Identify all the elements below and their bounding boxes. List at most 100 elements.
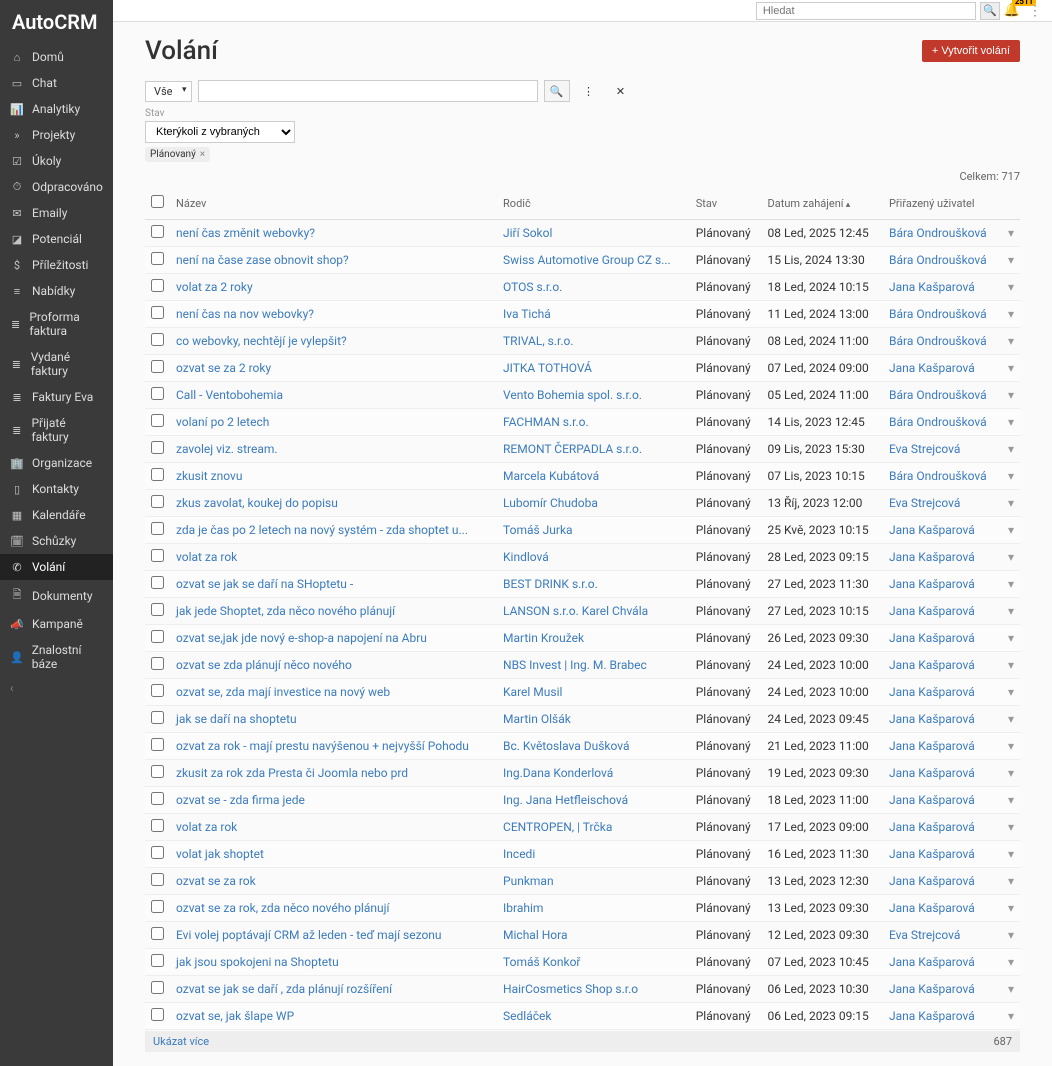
user-link[interactable]: Jana Kašparová: [889, 550, 975, 564]
tag-remove-icon[interactable]: ×: [200, 149, 205, 160]
call-name-link[interactable]: jak jsou spokojeni na Shoptetu: [176, 955, 339, 969]
user-link[interactable]: Jana Kašparová: [889, 739, 975, 753]
row-checkbox[interactable]: [151, 846, 164, 859]
user-link[interactable]: Eva Strejcová: [889, 928, 960, 942]
user-link[interactable]: Bára Ondroušková: [889, 334, 987, 348]
user-link[interactable]: Bára Ondroušková: [889, 226, 987, 240]
parent-link[interactable]: LANSON s.r.o. Karel Chvála: [503, 604, 648, 618]
filter-clear-icon[interactable]: ✕: [608, 80, 634, 102]
call-name-link[interactable]: volat za 2 roky: [176, 280, 253, 294]
sidebar-item-nabídky[interactable]: ≡Nabídky: [0, 278, 113, 304]
parent-link[interactable]: REMONT ČERPADLA s.r.o.: [503, 442, 642, 456]
sidebar-item-analytiky[interactable]: 📊Analytiky: [0, 96, 113, 122]
row-menu-icon[interactable]: ▾: [1001, 544, 1020, 571]
call-name-link[interactable]: volat za rok: [176, 550, 237, 564]
row-checkbox[interactable]: [151, 765, 164, 778]
call-name-link[interactable]: ozvat se za rok: [176, 874, 256, 888]
row-menu-icon[interactable]: ▾: [1001, 1003, 1020, 1030]
row-menu-icon[interactable]: ▾: [1001, 220, 1020, 247]
call-name-link[interactable]: ozvat se jak se daří na SHoptetu -: [176, 577, 353, 591]
sidebar-item-organizace[interactable]: 🏢Organizace: [0, 450, 113, 476]
row-menu-icon[interactable]: ▾: [1001, 679, 1020, 706]
call-name-link[interactable]: není čas na nov webovky?: [176, 307, 314, 321]
parent-link[interactable]: CENTROPEN, | Trčka: [503, 820, 612, 834]
row-checkbox[interactable]: [151, 495, 164, 508]
filter-text-input[interactable]: [198, 80, 538, 102]
user-link[interactable]: Eva Strejcová: [889, 496, 960, 510]
row-checkbox[interactable]: [151, 684, 164, 697]
sidebar-item-příležitosti[interactable]: $Příležitosti: [0, 252, 113, 278]
user-link[interactable]: Bára Ondroušková: [889, 253, 987, 267]
sidebar-item-domů[interactable]: ⌂Domů: [0, 44, 113, 70]
sidebar-item-kalendáře[interactable]: ▦Kalendáře: [0, 502, 113, 528]
row-checkbox[interactable]: [151, 792, 164, 805]
call-name-link[interactable]: ozvat se za rok, zda něco nového plánují: [176, 901, 389, 915]
row-menu-icon[interactable]: ▾: [1001, 976, 1020, 1003]
create-call-button[interactable]: + Vytvořit volání: [922, 40, 1020, 62]
call-name-link[interactable]: zkus zavolat, koukej do popisu: [176, 496, 338, 510]
call-name-link[interactable]: Evi volej poptávají CRM až leden - teď m…: [176, 928, 442, 942]
row-menu-icon[interactable]: ▾: [1001, 274, 1020, 301]
filter-search-button[interactable]: 🔍: [544, 80, 570, 102]
row-menu-icon[interactable]: ▾: [1001, 625, 1020, 652]
parent-link[interactable]: HairCosmetics Shop s.r.o: [503, 982, 638, 996]
row-menu-icon[interactable]: ▾: [1001, 463, 1020, 490]
user-link[interactable]: Jana Kašparová: [889, 1009, 975, 1023]
row-menu-icon[interactable]: ▾: [1001, 787, 1020, 814]
parent-link[interactable]: Swiss Automotive Group CZ s...: [503, 253, 671, 267]
call-name-link[interactable]: ozvat se - zda firma jede: [176, 793, 305, 807]
user-link[interactable]: Jana Kašparová: [889, 955, 975, 969]
row-checkbox[interactable]: [151, 738, 164, 751]
user-link[interactable]: Jana Kašparová: [889, 766, 975, 780]
row-menu-icon[interactable]: ▾: [1001, 436, 1020, 463]
row-menu-icon[interactable]: ▾: [1001, 382, 1020, 409]
row-menu-icon[interactable]: ▾: [1001, 328, 1020, 355]
row-checkbox[interactable]: [151, 522, 164, 535]
call-name-link[interactable]: volat jak shoptet: [176, 847, 264, 861]
sidebar-item-proforma-faktura[interactable]: ≣Proforma faktura: [0, 304, 113, 344]
row-menu-icon[interactable]: ▾: [1001, 490, 1020, 517]
call-name-link[interactable]: ozvat se za 2 roky: [176, 361, 271, 375]
sidebar-item-emaily[interactable]: ✉Emaily: [0, 200, 113, 226]
row-menu-icon[interactable]: ▾: [1001, 355, 1020, 382]
parent-link[interactable]: Iva Tichá: [503, 307, 551, 321]
user-link[interactable]: Bára Ondroušková: [889, 388, 987, 402]
filter-scope-select[interactable]: Vše: [145, 81, 192, 102]
parent-link[interactable]: Martin Kroužek: [503, 631, 584, 645]
row-menu-icon[interactable]: ▾: [1001, 301, 1020, 328]
call-name-link[interactable]: zavolej viz. stream.: [176, 442, 278, 456]
stav-filter-tag[interactable]: Plánovaný×: [145, 147, 210, 162]
call-name-link[interactable]: volaní po 2 letech: [176, 415, 269, 429]
row-menu-icon[interactable]: ▾: [1001, 247, 1020, 274]
row-menu-icon[interactable]: ▾: [1001, 868, 1020, 895]
row-checkbox[interactable]: [151, 468, 164, 481]
global-search-input[interactable]: [756, 2, 976, 20]
filter-options-icon[interactable]: ⋮: [576, 80, 602, 102]
row-checkbox[interactable]: [151, 900, 164, 913]
user-link[interactable]: Jana Kašparová: [889, 901, 975, 915]
call-name-link[interactable]: zkusit za rok zda Presta či Joomla nebo …: [176, 766, 408, 780]
user-link[interactable]: Jana Kašparová: [889, 523, 975, 537]
call-name-link[interactable]: ozvat se,jak jde nový e-shop-a napojení …: [176, 631, 427, 645]
parent-link[interactable]: Lubomír Chudoba: [503, 496, 598, 510]
search-button[interactable]: 🔍: [980, 2, 1000, 20]
row-menu-icon[interactable]: ▾: [1001, 760, 1020, 787]
sidebar-item-odpracováno[interactable]: ⏱Odpracováno: [0, 174, 113, 200]
sidebar-item-přijaté-faktury[interactable]: ≣Přijaté faktury: [0, 410, 113, 450]
sidebar-item-znalostní-báze[interactable]: 👤Znalostní báze: [0, 637, 113, 677]
call-name-link[interactable]: volat za rok: [176, 820, 237, 834]
row-menu-icon[interactable]: ▾: [1001, 733, 1020, 760]
parent-link[interactable]: Marcela Kubátová: [503, 469, 599, 483]
row-checkbox[interactable]: [151, 954, 164, 967]
call-name-link[interactable]: ozvat se jak se daří , zda plánují rozší…: [176, 982, 392, 996]
sidebar-item-úkoly[interactable]: ☑Úkoly: [0, 148, 113, 174]
call-name-link[interactable]: zda je čas po 2 letech na nový systém - …: [176, 523, 468, 537]
row-menu-icon[interactable]: ▾: [1001, 652, 1020, 679]
parent-link[interactable]: Karel Musil: [503, 685, 562, 699]
sidebar-item-projekty[interactable]: »Projekty: [0, 122, 113, 148]
parent-link[interactable]: Punkman: [503, 874, 554, 888]
user-link[interactable]: Jana Kašparová: [889, 685, 975, 699]
parent-link[interactable]: Incedi: [503, 847, 535, 861]
row-checkbox[interactable]: [151, 1008, 164, 1021]
sidebar-item-volání[interactable]: ✆Volání: [0, 554, 113, 580]
